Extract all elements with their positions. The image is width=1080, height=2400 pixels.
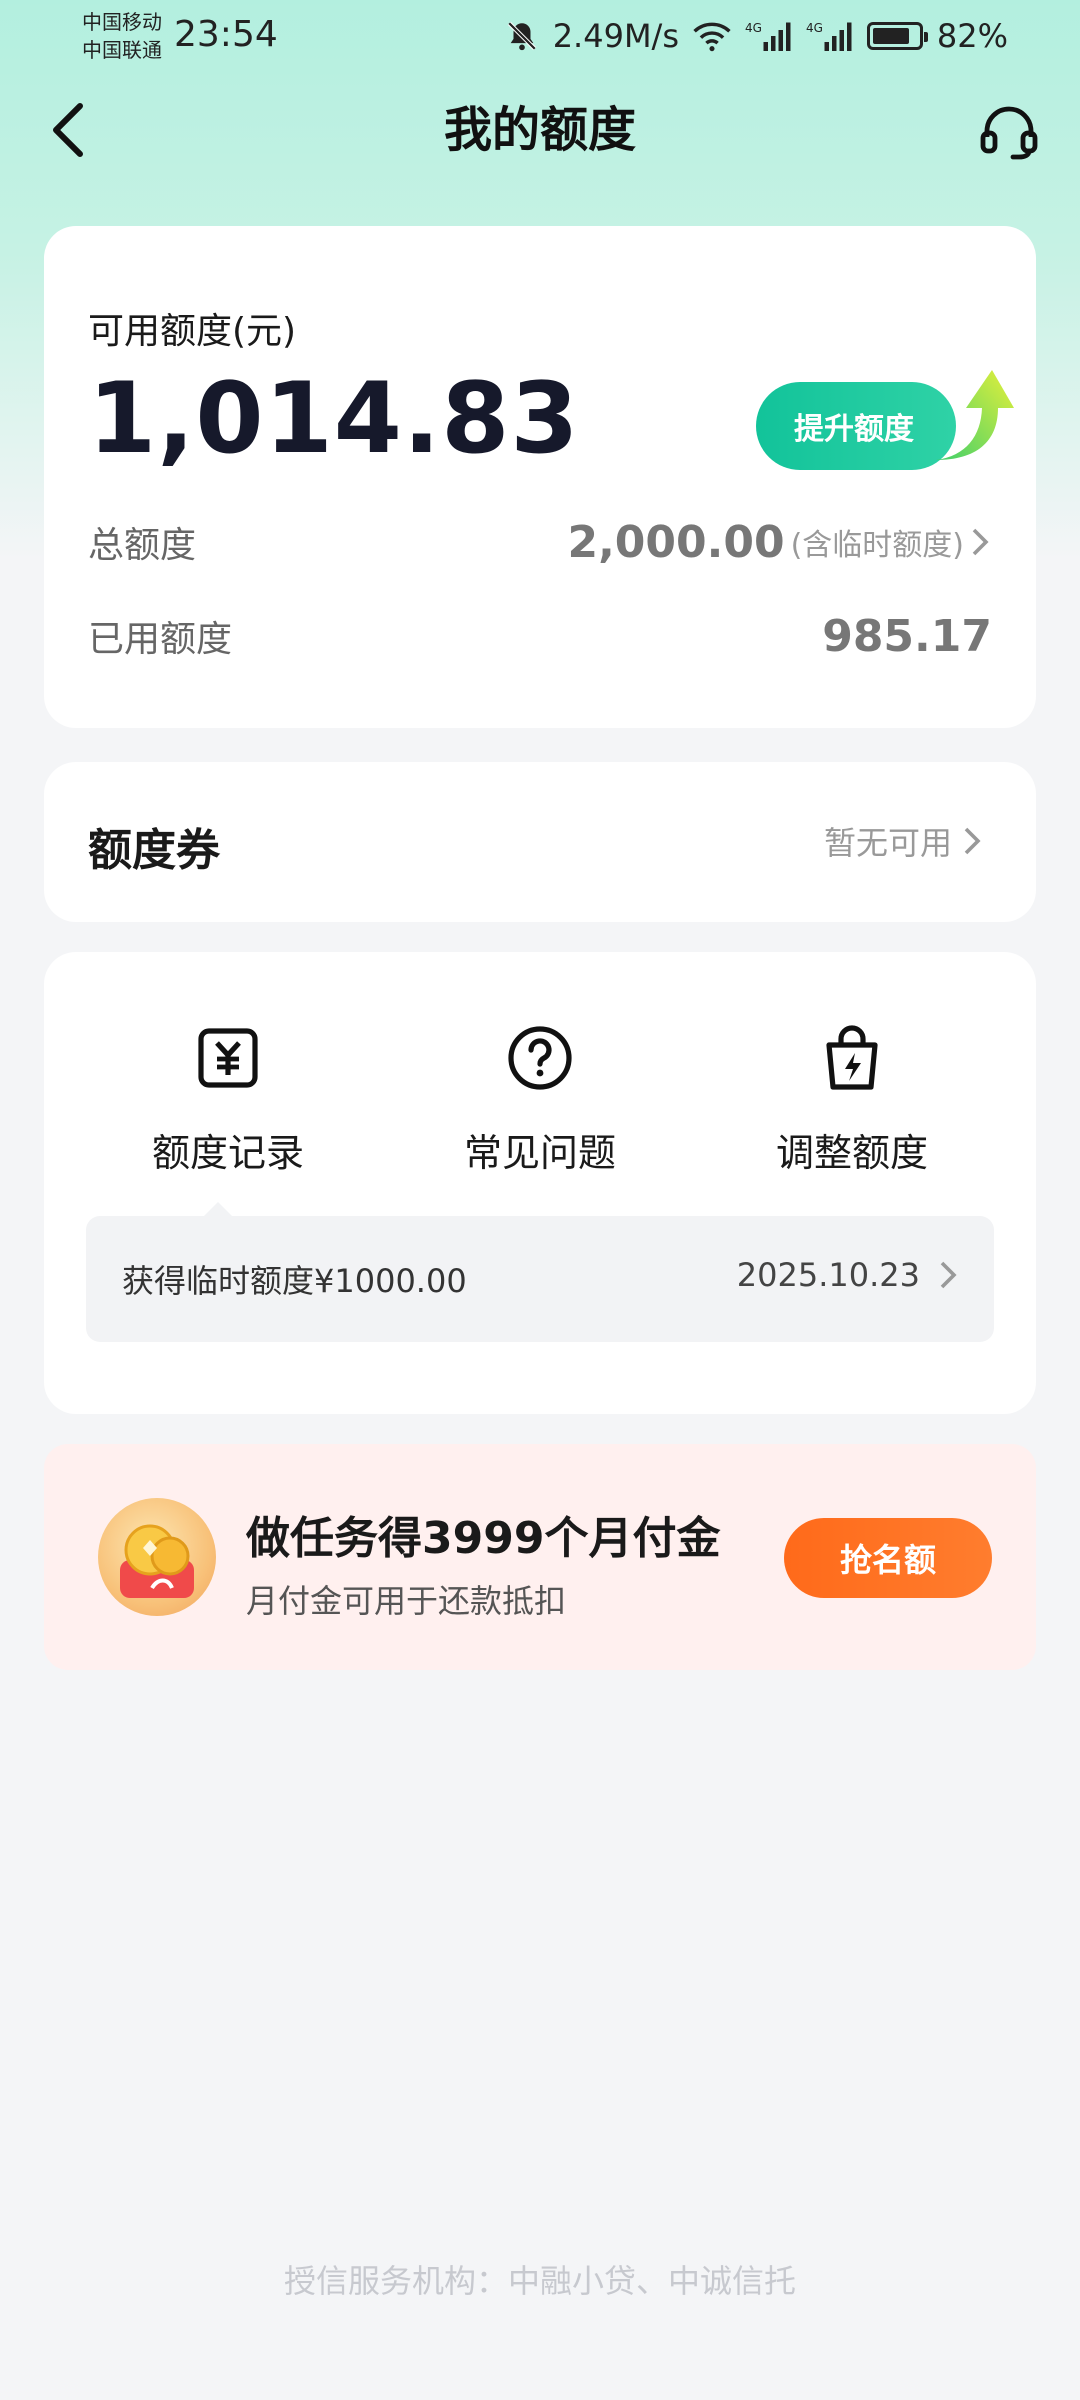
quota-coupon-title: 额度券 xyxy=(88,825,220,876)
total-quota-row[interactable]: 总额度 2,000.00 (含临时额度) xyxy=(88,512,992,572)
chevron-right-icon xyxy=(962,825,984,857)
available-quota-label: 可用额度(元) xyxy=(88,311,297,352)
network-speed: 2.49M/s xyxy=(552,17,679,55)
latest-record-date-group: 2025.10.23 xyxy=(737,1256,960,1294)
page-title: 我的额度 xyxy=(443,102,636,158)
actions-card: 额度记录 常见问题 调整额度 获得临时额度¥1000.00 2025.10.23 xyxy=(44,952,1036,1414)
network-type-2: 4G xyxy=(805,21,823,35)
network-type-1: 4G xyxy=(745,21,762,35)
available-quota-value: 1,014.83 xyxy=(88,362,580,476)
battery-percent: 82% xyxy=(936,17,1008,55)
promo-card: 做任务得3999个月付金 月付金可用于还款抵扣 抢名额 xyxy=(44,1444,1036,1670)
status-bar: 中国移动 中国联通 23:54 2.49M/s 4G 4G 82% xyxy=(0,0,1080,80)
quota-card: 可用额度(元) 1,014.83 提升额度 总额度 2,000.00 (含临时额… xyxy=(44,226,1036,728)
total-quota-info: 2,000.00 (含临时额度) xyxy=(567,517,992,568)
coin-wallet-icon xyxy=(98,1498,216,1616)
quota-coupon-card[interactable]: 额度券 暂无可用 xyxy=(44,762,1036,922)
promo-title: 做任务得3999个月付金 xyxy=(246,1513,721,1564)
faq-action[interactable]: 常见问题 xyxy=(420,1022,660,1177)
battery-fill xyxy=(872,28,909,44)
status-time: 23:54 xyxy=(174,14,278,55)
carrier-info: 中国移动 中国联通 xyxy=(82,8,162,64)
latest-record-text: 获得临时额度¥1000.00 xyxy=(122,1262,467,1300)
footer-credit-institutions: 授信服务机构：中融小贷、中诚信托 xyxy=(283,2262,796,2300)
signal-icon-2: 4G xyxy=(806,21,853,51)
latest-record-date: 2025.10.23 xyxy=(736,1256,920,1294)
total-quota-value: 2,000.00 xyxy=(567,516,785,568)
mute-bell-icon xyxy=(505,19,539,53)
promo-subtitle: 月付金可用于还款抵扣 xyxy=(246,1582,567,1620)
raise-quota-button[interactable]: 提升额度 xyxy=(756,370,1014,470)
bag-lightning-icon xyxy=(816,1022,888,1094)
quota-coupon-status-group: 暂无可用 xyxy=(824,818,984,864)
temporary-quota-note: (含临时额度) xyxy=(790,528,964,563)
signal-icon-1: 4G xyxy=(745,21,792,51)
latest-record-item[interactable]: 获得临时额度¥1000.00 2025.10.23 xyxy=(86,1216,994,1342)
quota-record-label: 额度记录 xyxy=(151,1131,304,1175)
customer-service-button[interactable] xyxy=(974,100,1044,164)
record-pointer xyxy=(204,1202,232,1216)
carrier-1: 中国移动 xyxy=(82,10,162,34)
quota-coupon-status: 暂无可用 xyxy=(823,824,952,862)
yuan-receipt-icon xyxy=(192,1022,264,1094)
adjust-quota-action[interactable]: 调整额度 xyxy=(732,1022,972,1177)
used-quota-value: 985.17 xyxy=(822,610,992,662)
grab-spot-button[interactable]: 抢名额 xyxy=(784,1518,992,1598)
nav-bar: 我的额度 xyxy=(0,90,1080,170)
quota-record-action[interactable]: 额度记录 xyxy=(108,1022,348,1177)
up-arrow-icon xyxy=(936,370,1014,460)
headset-icon xyxy=(980,106,1038,160)
question-circle-icon xyxy=(504,1022,576,1094)
wifi-icon xyxy=(693,20,731,52)
battery-icon xyxy=(866,22,928,50)
chevron-right-icon xyxy=(970,526,992,558)
used-quota-label: 已用额度 xyxy=(88,619,233,660)
total-quota-label: 总额度 xyxy=(88,525,197,566)
carrier-2: 中国联通 xyxy=(82,38,162,62)
faq-label: 常见问题 xyxy=(463,1131,616,1175)
chevron-right-icon xyxy=(938,1259,960,1291)
adjust-quota-label: 调整额度 xyxy=(775,1131,928,1175)
status-icons: 2.49M/s 4G 4G 82% xyxy=(505,14,1008,58)
used-quota-row: 已用额度 985.17 xyxy=(88,606,992,666)
